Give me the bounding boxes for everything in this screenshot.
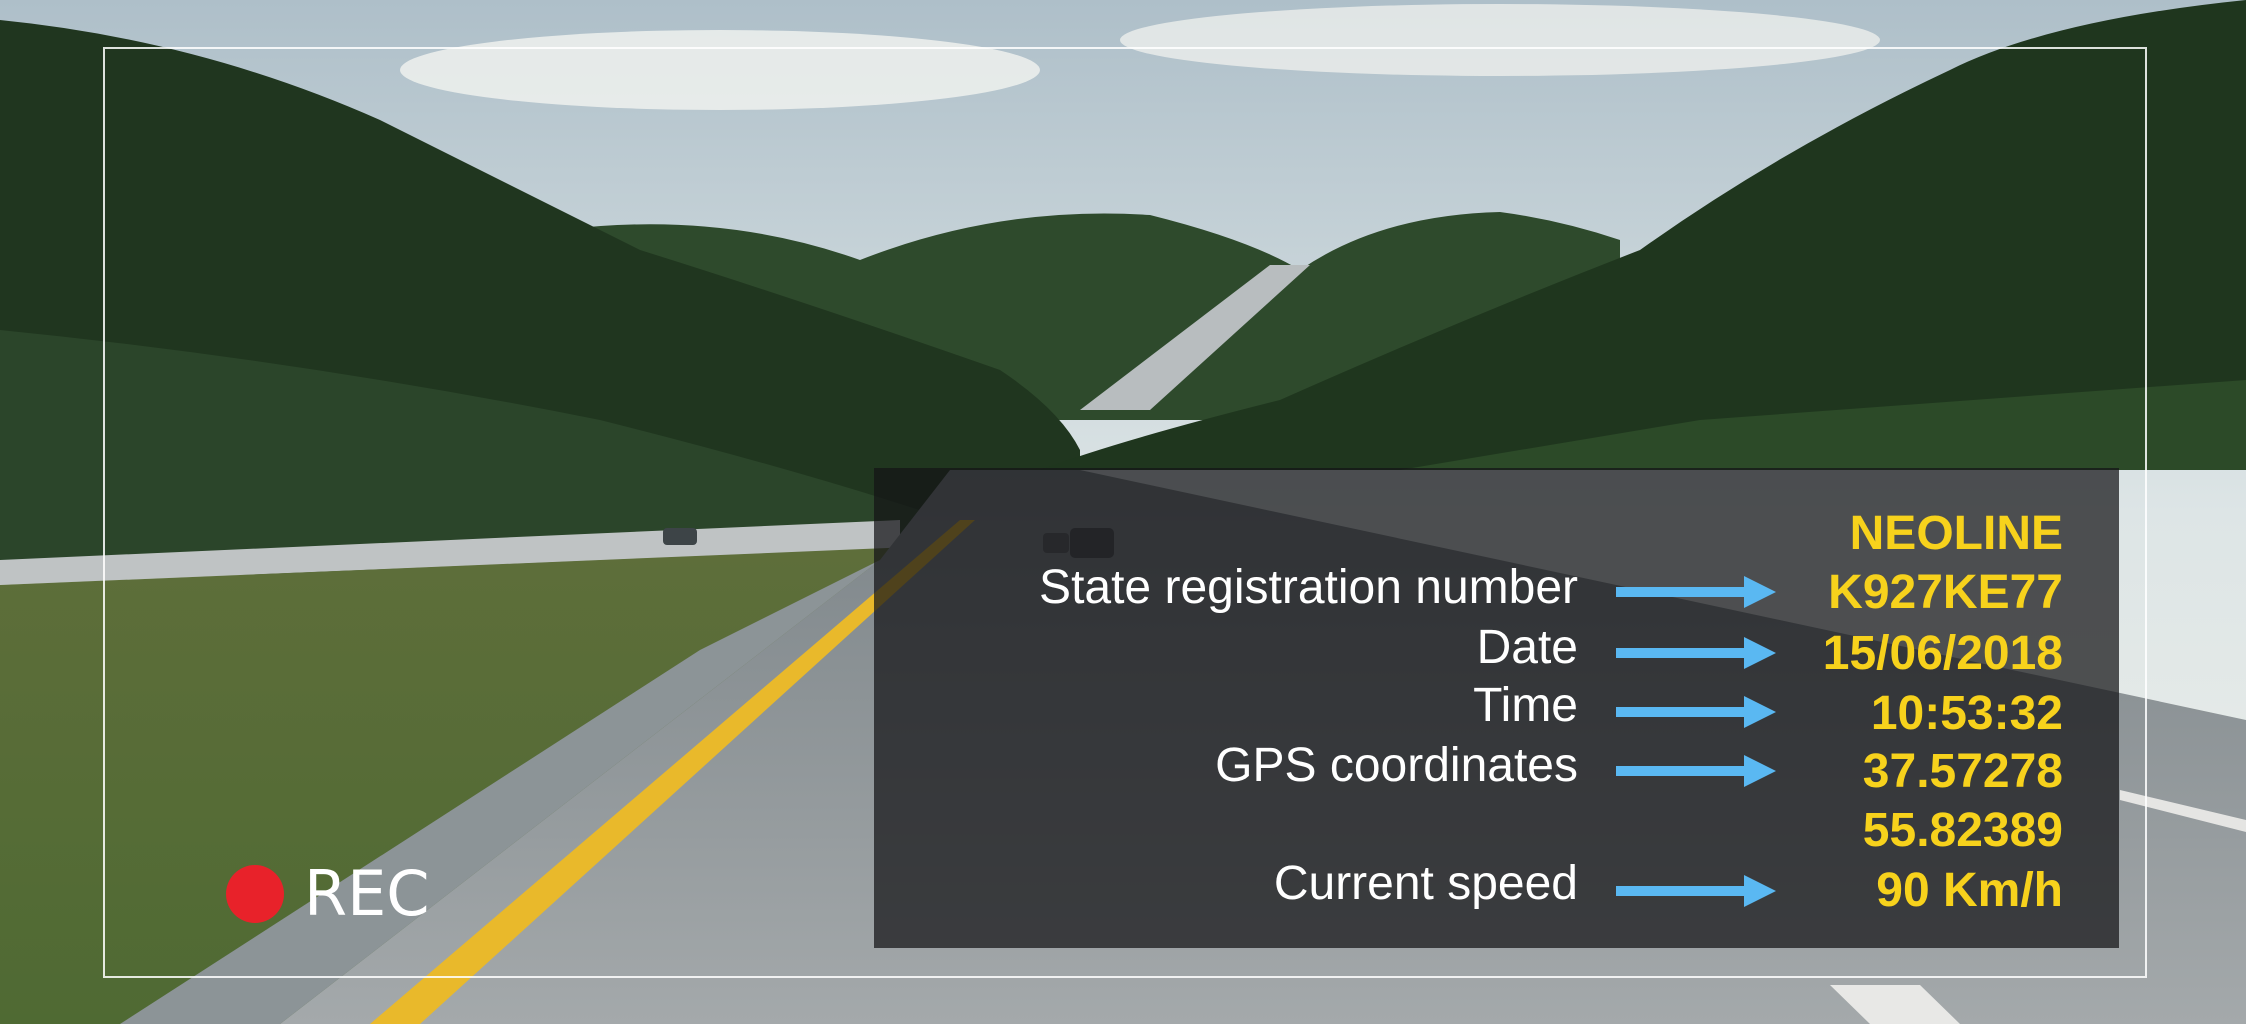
arrow-right-icon xyxy=(1616,637,1776,669)
value-date: 15/06/2018 xyxy=(1822,627,2063,680)
value-gps-lat: 37.57278 xyxy=(1862,745,2063,798)
brand-name: NEOLINE xyxy=(1849,507,2063,560)
record-dot-icon xyxy=(226,865,284,923)
label-gps: GPS coordinates xyxy=(1215,739,1578,792)
value-time: 10:53:32 xyxy=(1870,687,2063,740)
label-date: Date xyxy=(1476,621,1578,674)
arrow-right-icon xyxy=(1616,755,1776,787)
label-registration: State registration number xyxy=(1039,561,1578,614)
value-registration: K927KE77 xyxy=(1828,566,2063,619)
label-speed: Current speed xyxy=(1273,857,1578,910)
arrow-right-icon xyxy=(1616,576,1776,608)
arrow-right-icon xyxy=(1616,696,1776,728)
value-speed: 90 Km/h xyxy=(1876,864,2063,917)
value-gps-lon: 55.82389 xyxy=(1862,804,2063,857)
recording-indicator: REC xyxy=(226,862,430,926)
label-time: Time xyxy=(1473,679,1578,732)
rec-label: REC xyxy=(304,857,430,930)
arrow-right-icon xyxy=(1616,875,1776,907)
